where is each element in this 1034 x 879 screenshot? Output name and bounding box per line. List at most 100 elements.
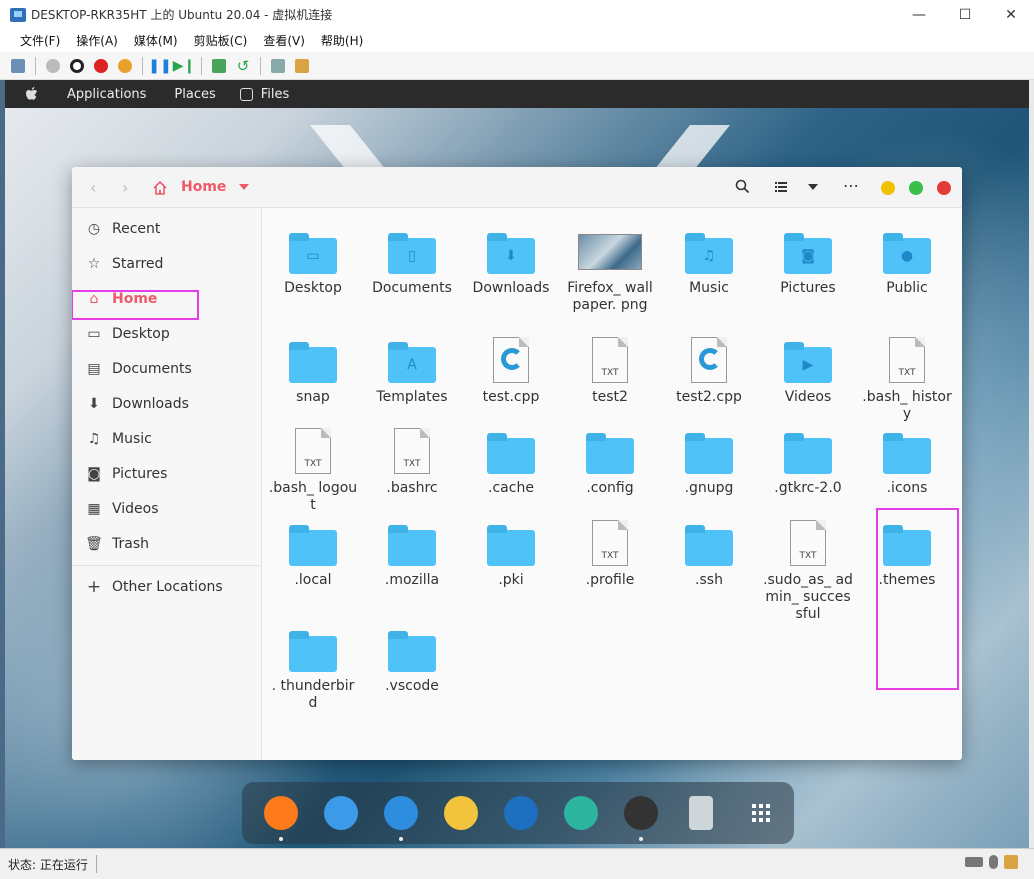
share-icon[interactable] xyxy=(292,56,312,76)
file-item[interactable]: ◙ Pictures xyxy=(763,233,853,297)
file-item[interactable]: ● Public xyxy=(862,233,952,297)
sidebar-item-starred[interactable]: ☆ Starred xyxy=(72,249,262,279)
menu-file[interactable]: 文件(F) xyxy=(12,32,68,49)
turn-off-icon[interactable] xyxy=(67,56,87,76)
sidebar-item-label: Recent xyxy=(112,221,161,237)
file-item[interactable]: TXT .bash_ history xyxy=(862,337,952,423)
menu-view[interactable]: 查看(V) xyxy=(255,32,313,49)
path-bar-home[interactable]: Home xyxy=(181,179,226,195)
file-item[interactable]: snap xyxy=(268,342,358,406)
minimize-dot[interactable] xyxy=(881,181,895,195)
file-name-label: test.cpp xyxy=(482,389,540,405)
more-menu-button[interactable]: ⋯ xyxy=(843,176,859,195)
menu-help[interactable]: 帮助(H) xyxy=(313,32,371,49)
file-item[interactable]: test.cpp xyxy=(466,337,556,406)
trash-dock-icon[interactable] xyxy=(689,796,713,830)
folder-icon: ▯ xyxy=(388,233,436,274)
resume-icon[interactable]: ▶❙ xyxy=(173,56,196,76)
file-item[interactable]: TXT .bashrc xyxy=(367,428,457,497)
shutdown-icon[interactable] xyxy=(91,56,111,76)
app-grid-dock-icon[interactable] xyxy=(744,796,778,830)
menu-media[interactable]: 媒体(M) xyxy=(126,32,186,49)
file-item[interactable]: TXT test2 xyxy=(565,337,655,406)
mouse-icon xyxy=(989,855,998,869)
files-app-label[interactable]: Files xyxy=(261,87,290,102)
document-viewer-dock-icon[interactable] xyxy=(504,796,538,830)
folder-icon: ◙ xyxy=(784,233,832,274)
status-bar: 状态: 正在运行 xyxy=(0,848,1034,879)
file-item[interactable]: .vscode xyxy=(367,631,457,695)
file-name-label: .mozilla xyxy=(384,572,440,588)
file-item[interactable]: TXT .bash_ logout xyxy=(268,428,358,514)
start-icon[interactable] xyxy=(43,56,63,76)
back-button[interactable]: ‹ xyxy=(90,178,96,197)
menu-clipboard[interactable]: 剪贴板(C) xyxy=(186,32,256,49)
terminal-dock-icon[interactable] xyxy=(624,796,658,830)
apple-icon[interactable] xyxy=(25,86,39,102)
file-name-label: .bash_ history xyxy=(862,389,952,422)
applications-menu[interactable]: Applications xyxy=(67,87,146,102)
sidebar-item-other-locations[interactable]: + Other Locations xyxy=(72,572,262,602)
file-item[interactable]: .pki xyxy=(466,525,556,589)
menu-action[interactable]: 操作(A) xyxy=(68,32,126,49)
firefox-dock-icon[interactable] xyxy=(264,796,298,830)
path-dropdown-icon[interactable] xyxy=(239,184,249,190)
mail-dock-icon[interactable] xyxy=(324,796,358,830)
help-dock-icon[interactable] xyxy=(564,796,598,830)
close-dot[interactable] xyxy=(937,181,951,195)
places-menu[interactable]: Places xyxy=(174,87,215,102)
sidebar-item-recent[interactable]: ◷ Recent xyxy=(72,214,262,244)
sidebar-item-desktop[interactable]: ▭ Desktop xyxy=(72,319,262,349)
list-view-icon[interactable] xyxy=(775,182,787,192)
folder-icon: ▶ xyxy=(784,342,832,383)
file-item[interactable]: .config xyxy=(565,433,655,497)
text-file-icon: TXT xyxy=(586,520,634,566)
sidebar-item-pictures[interactable]: ◙ Pictures xyxy=(72,459,262,489)
maximize-dot[interactable] xyxy=(909,181,923,195)
forward-button[interactable]: › xyxy=(122,178,128,197)
pause-icon[interactable]: ❚❚ xyxy=(148,56,171,76)
folder-icon xyxy=(289,525,337,566)
search-icon[interactable] xyxy=(735,179,750,194)
file-item[interactable]: ▶ Videos xyxy=(763,342,853,406)
file-item[interactable]: .icons xyxy=(862,433,952,497)
ctrl-alt-del-icon[interactable] xyxy=(8,56,28,76)
file-item[interactable]: ⬇ Downloads xyxy=(466,233,556,297)
file-item[interactable]: TXT .sudo_as_ admin_ successful xyxy=(763,520,853,623)
sidebar-item-downloads[interactable]: ⬇ Downloads xyxy=(72,389,262,419)
file-item[interactable]: .gnupg xyxy=(664,433,754,497)
folder-icon xyxy=(289,342,337,383)
file-item[interactable]: TXT .profile xyxy=(565,520,655,589)
revert-icon[interactable]: ↺ xyxy=(233,56,253,76)
power-icon[interactable] xyxy=(115,56,135,76)
file-item[interactable]: ▯ Documents xyxy=(367,233,457,297)
file-name-label: Music xyxy=(689,280,729,296)
music-player-dock-icon[interactable] xyxy=(444,796,478,830)
file-item[interactable]: ♫ Music xyxy=(664,233,754,297)
cpp-file-icon xyxy=(685,337,733,383)
checkpoint-icon[interactable] xyxy=(209,56,229,76)
file-item[interactable]: . thunderbir d xyxy=(268,631,358,712)
toolbar-separator xyxy=(260,56,261,75)
sidebar-item-music[interactable]: ♫ Music xyxy=(72,424,262,454)
file-item[interactable]: test2.cpp xyxy=(664,337,754,406)
view-options-icon[interactable] xyxy=(808,184,818,190)
finder-dock-icon[interactable] xyxy=(384,796,418,830)
file-item[interactable]: ▭ Desktop xyxy=(268,233,358,297)
close-button[interactable]: ✕ xyxy=(988,0,1034,29)
sidebar-item-label: Documents xyxy=(112,361,192,377)
sidebar-item-videos[interactable]: ▦ Videos xyxy=(72,494,262,524)
file-name-label: .config xyxy=(586,480,634,496)
file-item[interactable]: .local xyxy=(268,525,358,589)
file-item[interactable]: .ssh xyxy=(664,525,754,589)
minimize-button[interactable]: — xyxy=(896,0,942,29)
file-item[interactable]: A Templates xyxy=(367,342,457,406)
maximize-button[interactable]: ☐ xyxy=(942,0,988,29)
file-item[interactable]: .cache xyxy=(466,433,556,497)
sidebar-item-documents[interactable]: ▤ Documents xyxy=(72,354,262,384)
file-item[interactable]: Firefox_ wallpaper. png xyxy=(565,234,655,314)
file-item[interactable]: .mozilla xyxy=(367,525,457,589)
enhanced-session-icon[interactable] xyxy=(268,56,288,76)
sidebar-item-trash[interactable]: 🗑 Trash xyxy=(72,529,262,559)
file-item[interactable]: .gtkrc-2.0 xyxy=(763,433,853,497)
